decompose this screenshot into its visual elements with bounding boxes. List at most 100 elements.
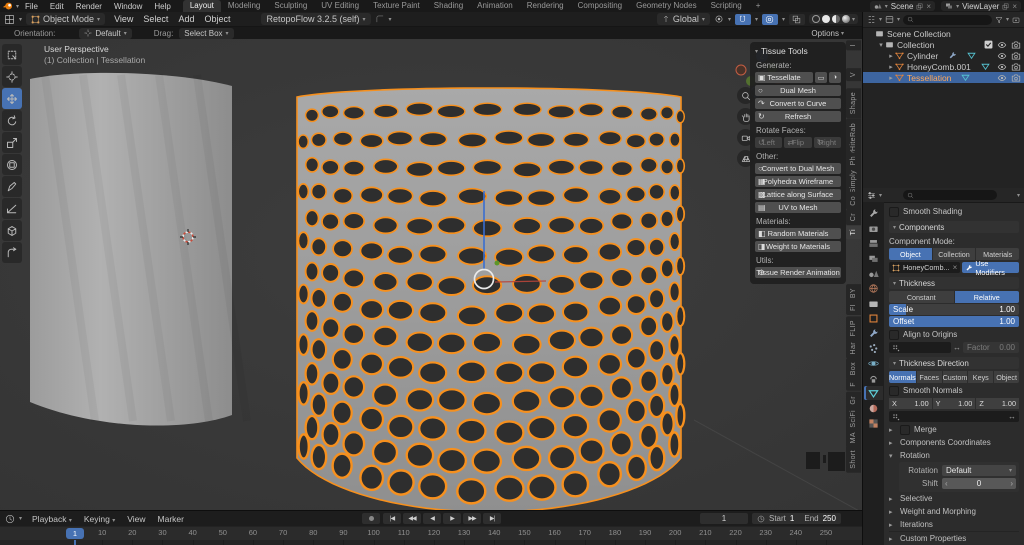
new-viewlayer-icon[interactable] (1002, 3, 1009, 10)
convert-to-curve-button[interactable]: ↷Convert to Curve (755, 98, 841, 109)
viewport-3d[interactable]: User Perspective (1) Collection | Tessel… (0, 39, 862, 510)
sidebar-tab-i[interactable]: I (846, 40, 861, 50)
edit-gizmo-icon[interactable] (375, 14, 385, 24)
direction-mode-normals[interactable]: Normals (889, 371, 916, 383)
sidebar-tab-v[interactable]: V (846, 68, 861, 81)
proportional-edit-toggle[interactable] (762, 14, 778, 25)
use-modifiers-toggle[interactable]: Use Modifiers (962, 262, 1019, 273)
tissue-panel-header[interactable]: ▾ Tissue Tools (755, 45, 841, 57)
retopoflow-tool-button[interactable] (2, 242, 22, 263)
tab-world[interactable] (864, 281, 883, 295)
tab-collection[interactable] (864, 296, 883, 310)
timeline-menu-view[interactable]: View (121, 514, 151, 524)
workspace-tab--[interactable]: + (749, 0, 768, 12)
filter-icon[interactable] (995, 16, 1003, 24)
eye-icon[interactable] (997, 51, 1007, 61)
offset-slider[interactable]: Offset 1.00 (889, 316, 1019, 327)
workspace-tab-compositing[interactable]: Compositing (571, 0, 629, 12)
workspace-tab-scripting[interactable]: Scripting (704, 0, 749, 12)
move-tool-button[interactable] (2, 88, 22, 109)
chevron-down-icon[interactable]: ▾ (897, 16, 900, 23)
align-origins-checkbox[interactable] (889, 330, 899, 340)
thickness-direction-panel-header[interactable]: ▾Thickness Direction (889, 357, 1019, 369)
camera-icon[interactable] (1011, 73, 1021, 83)
chevron-down-icon[interactable]: ▾ (389, 16, 392, 23)
sidebar-tab-co[interactable]: Co (846, 192, 861, 210)
retopoflow-menu[interactable]: RetopoFlow 3.2.5 (self) ▾ (261, 13, 370, 25)
play-button[interactable]: ▶ (443, 513, 461, 524)
prev-keyframe-button[interactable]: ◀◀ (403, 513, 421, 524)
camera-icon[interactable] (1011, 51, 1021, 61)
chevron-down-icon[interactable]: ▾ (852, 16, 855, 23)
chevron-down-icon[interactable]: ▾ (19, 16, 22, 23)
chevron-down-icon[interactable]: ▾ (879, 192, 882, 199)
tab-material[interactable] (864, 401, 883, 415)
viewlayer-selector[interactable]: ▾ ViewLayer × (941, 1, 1021, 11)
tab-scene[interactable] (864, 266, 883, 280)
sidebar-tab-ti[interactable]: Ti (846, 225, 861, 239)
timeline-menu-keying[interactable]: Keying ▾ (78, 514, 121, 524)
sidebar-tab-flip[interactable]: FLIP (846, 316, 861, 340)
timeline-menu-marker[interactable]: Marker (152, 514, 190, 524)
solid-shading-icon[interactable] (822, 15, 830, 23)
sidebar-tab-har[interactable]: Har (846, 338, 861, 358)
expand-arrow-icon[interactable]: ▾ (877, 41, 885, 49)
lattice-along-surface-button[interactable]: ▩Lattice along Surface (755, 189, 841, 200)
outliner-editor-icon[interactable] (867, 15, 876, 24)
dual-mesh-button[interactable]: ○Dual Mesh (755, 85, 841, 96)
workspace-tab-animation[interactable]: Animation (470, 0, 520, 12)
outliner-row-tessellation[interactable]: ▸Tessellation (863, 72, 1024, 83)
tab-texture[interactable] (864, 416, 883, 430)
clear-object-icon[interactable]: × (953, 263, 958, 272)
component-object-field[interactable]: HoneyComb... × (889, 262, 960, 273)
eye-icon[interactable] (997, 73, 1007, 83)
clock-icon[interactable] (5, 514, 15, 524)
jump-to-end-button[interactable]: ▶| (483, 513, 501, 524)
component-mode-collection[interactable]: Collection (933, 248, 976, 260)
tab-output[interactable] (864, 236, 883, 250)
chevron-down-icon[interactable]: ▾ (755, 16, 758, 23)
outliner-row-cylinder[interactable]: ▸Cylinder (863, 50, 1024, 61)
tab-modifiers[interactable] (864, 326, 883, 340)
blender-logo-icon[interactable] (3, 1, 13, 11)
workspace-tab-shading[interactable]: Shading (427, 0, 470, 12)
pivot-point-icon[interactable] (714, 14, 724, 24)
sidebar-tab-f[interactable]: F (846, 378, 861, 391)
scale-tool-button[interactable] (2, 132, 22, 153)
rotate-tool-button[interactable] (2, 110, 22, 131)
menu-file[interactable]: File (19, 2, 44, 11)
normals-vertex-group-field[interactable]: ↔ (889, 411, 1019, 422)
select-box-button[interactable] (2, 44, 22, 65)
next-keyframe-button[interactable]: ▶▶ (463, 513, 481, 524)
chevron-down-icon[interactable]: ▾ (1006, 16, 1009, 23)
editor-type-icon[interactable] (4, 14, 15, 25)
menu-edit[interactable]: Edit (44, 2, 70, 11)
workspace-tab-sculpting[interactable]: Sculpting (267, 0, 314, 12)
outliner-row-honeycomb-001[interactable]: ▸HoneyComb.001 (863, 61, 1024, 72)
direction-mode-faces[interactable]: Faces (917, 371, 942, 383)
properties-search-input[interactable] (903, 190, 997, 200)
axis-y-field[interactable]: Y1.00 (933, 398, 976, 409)
camera-icon[interactable] (1011, 40, 1021, 50)
axis-x-field[interactable]: X1.00 (889, 398, 932, 409)
sidebar-tab-ma[interactable]: MA (846, 428, 861, 447)
expand-arrow-icon[interactable]: ▸ (887, 52, 895, 60)
direction-mode-keys[interactable]: Keys (968, 371, 993, 383)
timeline-channels[interactable] (0, 540, 862, 545)
close-icon[interactable]: × (926, 2, 931, 11)
snap-toggle[interactable] (735, 14, 751, 25)
outliner-row-scene-collection[interactable]: Scene Collection (863, 28, 1024, 39)
invert-icon[interactable]: ↔ (1008, 412, 1016, 421)
tab-object-data[interactable] (864, 386, 883, 400)
tissue-render-animation-button[interactable]: ⊛Tissue Render Animation (755, 267, 841, 278)
chevron-down-icon[interactable]: ▾ (728, 16, 731, 23)
display-mode-icon[interactable] (885, 15, 894, 24)
cursor-tool-button[interactable] (2, 66, 22, 87)
scale-slider[interactable]: Scale 1.00 (889, 304, 1019, 315)
chevron-down-icon[interactable]: ▾ (841, 30, 844, 37)
measure-tool-button[interactable] (2, 198, 22, 219)
mode-dropdown[interactable]: Object Mode ▾ (26, 13, 105, 25)
tab-view-layer[interactable] (864, 251, 883, 265)
timeline-menu-playback[interactable]: Playback ▾ (26, 514, 78, 524)
direction-mode-object[interactable]: Object (994, 371, 1019, 383)
